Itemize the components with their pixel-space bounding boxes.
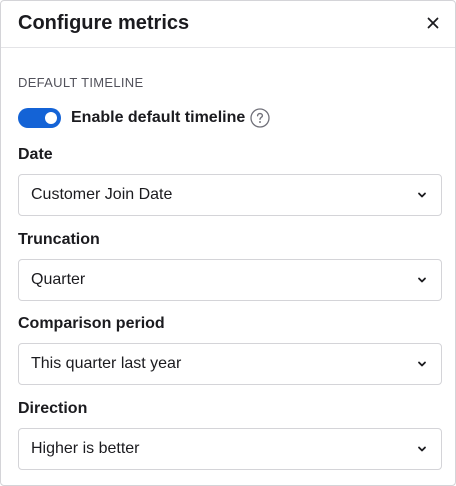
chevron-down-icon (418, 361, 426, 367)
close-button[interactable] (421, 11, 445, 35)
chevron-down-icon (418, 192, 426, 198)
toggle-label: Enable default timeline (71, 109, 246, 126)
comparison-period-select-value: This quarter last year (31, 355, 182, 372)
section-label: DEFAULT TIMELINE (18, 75, 144, 90)
panel-title: Configure metrics (18, 12, 190, 34)
help-icon (250, 108, 270, 128)
chevron-down-icon (418, 277, 426, 283)
date-label: Date (18, 146, 53, 163)
default-timeline-toggle-row: Enable default timeline (18, 107, 270, 129)
truncation-select[interactable]: Quarter (18, 259, 442, 301)
help-button[interactable] (250, 108, 270, 128)
direction-select-value: Higher is better (31, 440, 140, 457)
toggle-knob (45, 112, 57, 124)
default-timeline-toggle[interactable] (18, 108, 61, 128)
comparison-period-select[interactable]: This quarter last year (18, 343, 442, 385)
direction-select[interactable]: Higher is better (18, 428, 442, 470)
close-icon (427, 17, 439, 29)
direction-label: Direction (18, 400, 88, 417)
date-select[interactable]: Customer Join Date (18, 174, 442, 216)
chevron-down-icon (418, 446, 426, 452)
configure-metrics-panel: Configure metrics DEFAULT TIMELINE Enabl… (0, 0, 456, 486)
truncation-label: Truncation (18, 231, 100, 248)
comparison-period-label: Comparison period (18, 315, 165, 332)
panel-header: Configure metrics (1, 1, 455, 48)
date-select-value: Customer Join Date (31, 186, 173, 203)
truncation-select-value: Quarter (31, 271, 86, 288)
